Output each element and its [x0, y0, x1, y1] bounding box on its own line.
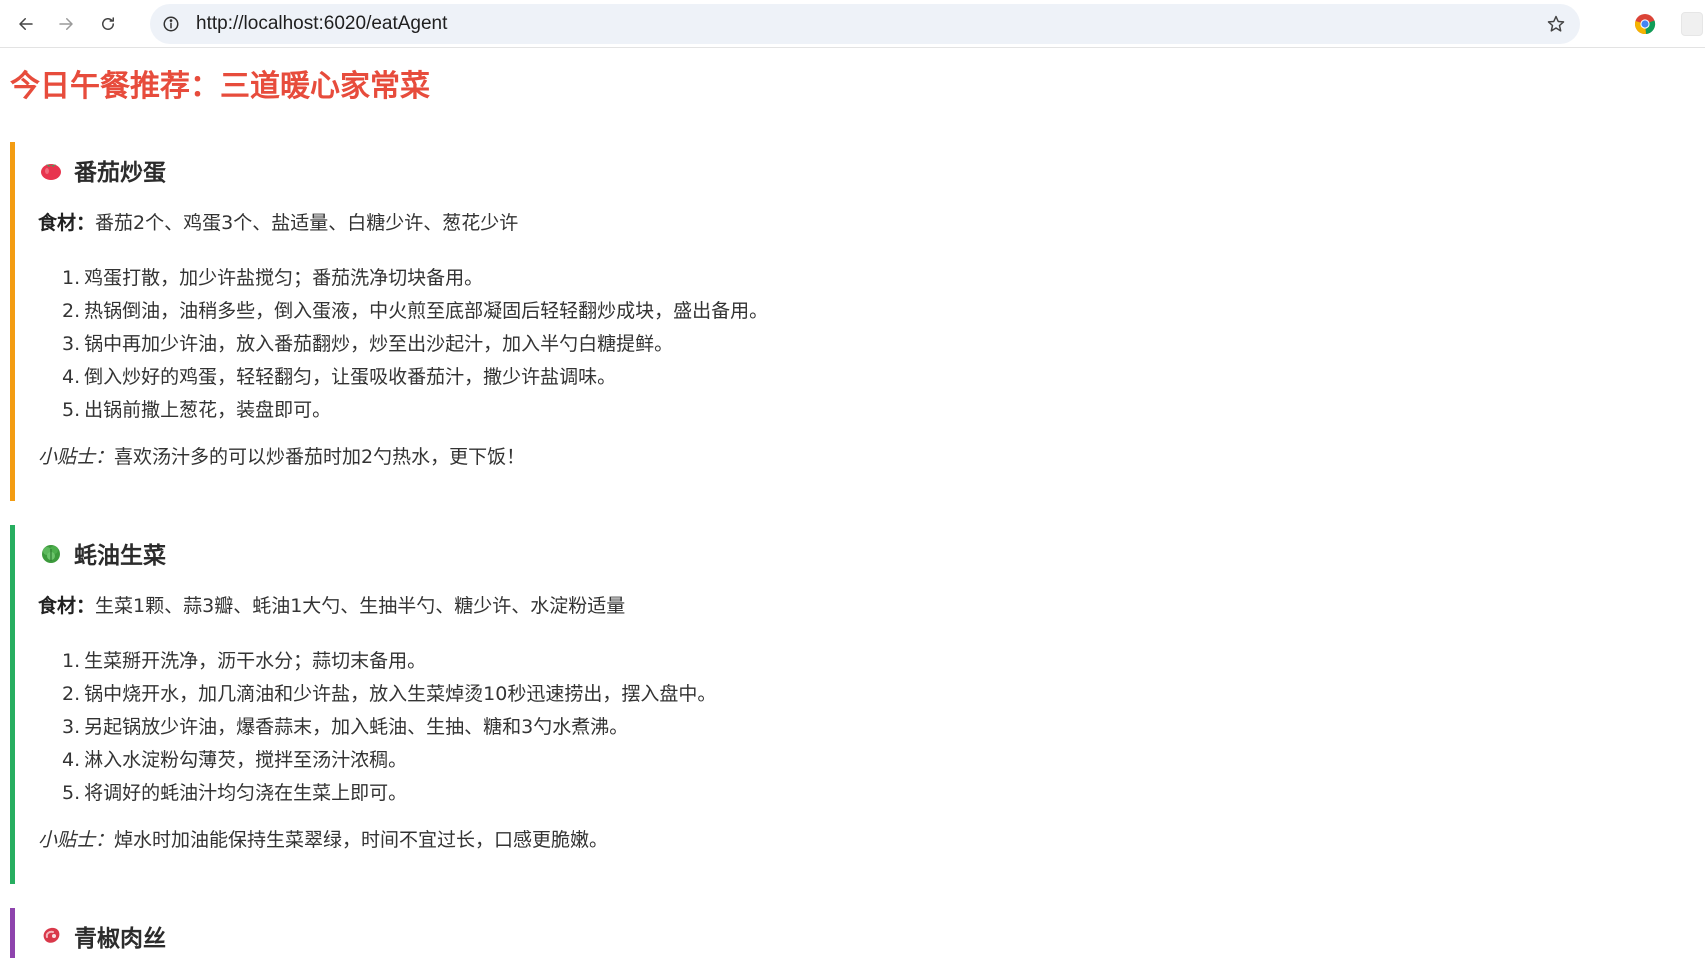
list-item: 3. 锅中再加少许油，放入番茄翻炒，炒至出沙起汁，加入半勺白糖提鲜。 — [62, 333, 674, 355]
browser-menu-button[interactable] — [1681, 12, 1703, 36]
page-content: 今日午餐推荐：三道暖心家常菜 番茄炒蛋 食材：番茄2个、鸡蛋3个、盐适量、白糖少… — [0, 49, 1705, 958]
list-item: 1. 鸡蛋打散，加少许盐搅匀；番茄洗净切块备用。 — [62, 267, 484, 289]
recipe-name: 番茄炒蛋 — [74, 160, 166, 186]
tomato-icon — [38, 157, 64, 183]
ingredients-text: 生菜1颗、蒜3瓣、蚝油1大勺、生抽半勺、糖少许、水淀粉适量 — [95, 595, 626, 617]
ingredients-line: 食材：生菜1颗、蒜3瓣、蚝油1大勺、生抽半勺、糖少许、水淀粉适量 — [38, 593, 625, 619]
chrome-logo-icon[interactable] — [1633, 12, 1657, 36]
back-arrow-icon[interactable] — [10, 8, 42, 40]
recipe-name: 蚝油生菜 — [74, 543, 166, 569]
meat-icon — [38, 923, 64, 949]
tip-text: 喜欢汤汁多的可以炒番茄时加2勺热水，更下饭！ — [114, 446, 526, 468]
list-item: 1. 生菜掰开洗净，沥干水分；蒜切末备用。 — [62, 650, 427, 672]
list-item: 4. 倒入炒好的鸡蛋，轻轻翻匀，让蛋吸收番茄汁，撒少许盐调味。 — [62, 366, 617, 388]
browser-toolbar: http://localhost:6020/eatAgent — [0, 0, 1705, 48]
steps-list: 1. 鸡蛋打散，加少许盐搅匀；番茄洗净切块备用。 2. 热锅倒油，油稍多些，倒入蛋液… — [62, 262, 768, 427]
tip-label: 小贴士： — [38, 446, 115, 468]
recipe-card-pepper-pork: 青椒肉丝 — [10, 908, 1110, 958]
list-item: 5. 出锅前撒上葱花，装盘即可。 — [62, 399, 332, 421]
tip-line: 小贴士：喜欢汤汁多的可以炒番茄时加2勺热水，更下饭！ — [38, 444, 525, 470]
forward-arrow-icon[interactable] — [50, 8, 82, 40]
page-title: 今日午餐推荐：三道暖心家常菜 — [10, 69, 430, 104]
recipe-header: 青椒肉丝 — [38, 916, 166, 956]
list-item: 5. 将调好的蚝油汁均匀浇在生菜上即可。 — [62, 782, 408, 804]
recipe-name: 青椒肉丝 — [74, 926, 166, 952]
ingredients-label: 食材： — [38, 212, 96, 234]
tip-text: 焯水时加油能保持生菜翠绿，时间不宜过长，口感更脆嫩。 — [114, 829, 609, 851]
list-item: 2. 热锅倒油，油稍多些，倒入蛋液，中火煎至底部凝固后轻轻翻炒成块，盛出备用。 — [62, 300, 769, 322]
star-icon[interactable] — [1544, 12, 1568, 36]
reload-icon[interactable] — [92, 8, 124, 40]
ingredients-line: 食材：番茄2个、鸡蛋3个、盐适量、白糖少许、葱花少许 — [38, 210, 518, 236]
ingredients-label: 食材： — [38, 595, 96, 617]
address-bar[interactable]: http://localhost:6020/eatAgent — [150, 4, 1580, 44]
url-text[interactable]: http://localhost:6020/eatAgent — [196, 14, 447, 34]
recipe-card-tomato-egg: 番茄炒蛋 食材：番茄2个、鸡蛋3个、盐适量、白糖少许、葱花少许 1. 鸡蛋打散，加… — [10, 142, 1110, 501]
recipe-header: 蚝油生菜 — [38, 533, 166, 573]
list-item: 3. 另起锅放少许油，爆香蒜末，加入蚝油、生抽、糖和3勺水煮沸。 — [62, 716, 629, 738]
steps-list: 1. 生菜掰开洗净，沥干水分；蒜切末备用。 2. 锅中烧开水，加几滴油和少许盐，放入… — [62, 645, 716, 810]
ingredients-text: 番茄2个、鸡蛋3个、盐适量、白糖少许、葱花少许 — [95, 212, 519, 234]
tip-line: 小贴士：焯水时加油能保持生菜翠绿，时间不宜过长，口感更脆嫩。 — [38, 827, 608, 853]
list-item: 4. 淋入水淀粉勾薄芡，搅拌至汤汁浓稠。 — [62, 749, 408, 771]
tip-label: 小贴士： — [38, 829, 115, 851]
recipe-header: 番茄炒蛋 — [38, 150, 166, 190]
recipe-card-oyster-lettuce: 蚝油生菜 食材：生菜1颗、蒜3瓣、蚝油1大勺、生抽半勺、糖少许、水淀粉适量 1.… — [10, 525, 1110, 884]
lettuce-icon — [38, 540, 64, 566]
info-icon[interactable] — [162, 15, 180, 33]
list-item: 2. 锅中烧开水，加几滴油和少许盐，放入生菜焯烫10秒迅速捞出，摆入盘中。 — [62, 683, 717, 705]
